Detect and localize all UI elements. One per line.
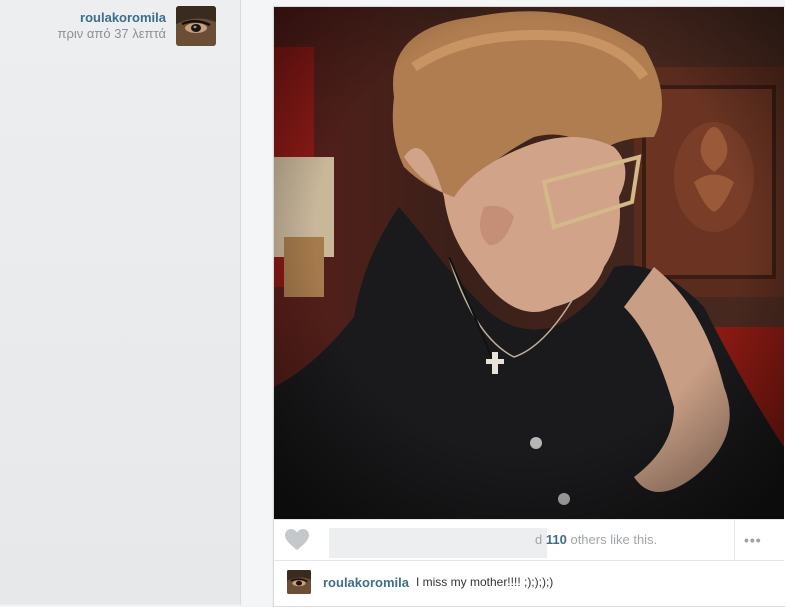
heart-icon[interactable] — [284, 528, 310, 552]
likes-suffix: others like this. — [570, 532, 658, 547]
comment-username[interactable]: roulakoromila — [323, 575, 409, 590]
comment-avatar[interactable] — [287, 570, 311, 594]
likes-count[interactable]: 110 — [546, 532, 567, 547]
caption-comment: roulakoromila I miss my mother!!!! ;););… — [274, 562, 784, 602]
redacted-likers — [329, 528, 547, 558]
post-card: d 110 others like this. ••• roulakoromil… — [273, 6, 785, 607]
author-block: roulakoromila πριν από 37 λεπτά — [58, 6, 216, 46]
author-username[interactable]: roulakoromila — [58, 10, 166, 26]
likes-divider — [734, 520, 735, 560]
likes-summary: d 110 others like this. — [535, 532, 657, 547]
author-avatar[interactable] — [176, 6, 216, 46]
post-timestamp[interactable]: πριν από 37 λεπτά — [58, 26, 167, 42]
likes-prefix: d — [535, 532, 543, 547]
left-column: roulakoromila πριν από 37 λεπτά — [0, 0, 241, 605]
comment-text: I miss my mother!!!! ;);););) — [415, 575, 554, 589]
more-options-icon[interactable]: ••• — [744, 532, 762, 548]
post-photo[interactable] — [274, 7, 784, 519]
likes-bar: d 110 others like this. ••• — [274, 519, 784, 561]
